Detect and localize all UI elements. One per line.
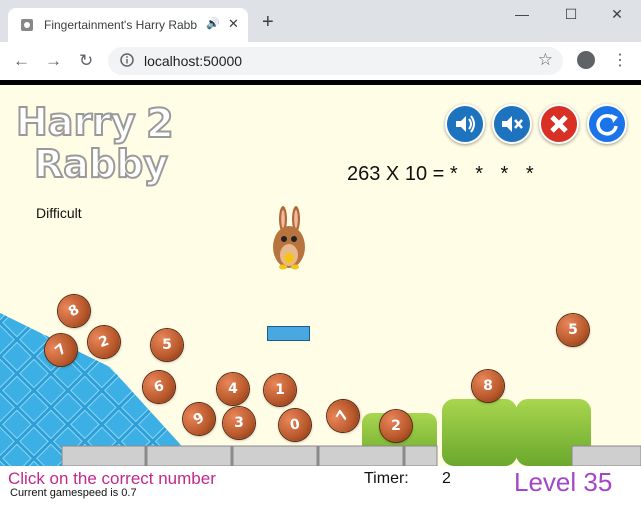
address-bar[interactable]: localhost:50000 ☆ bbox=[108, 47, 563, 75]
more-menu-icon[interactable]: ⋮ bbox=[612, 50, 628, 70]
number-ball[interactable]: 3 bbox=[223, 407, 255, 439]
grey-platform bbox=[571, 445, 641, 466]
svg-text:2: 2 bbox=[146, 101, 174, 147]
svg-text:Rabby: Rabby bbox=[34, 142, 168, 186]
close-window-button[interactable]: ✕ bbox=[603, 6, 631, 26]
browser-tab[interactable]: Fingertainment's Harry Rabb 🔊 ✕ bbox=[8, 8, 248, 42]
rabbit-character bbox=[273, 206, 305, 270]
status-bar: Click on the correct number Current game… bbox=[0, 466, 641, 518]
number-ball[interactable]: 8 bbox=[472, 370, 504, 402]
restart-icon bbox=[596, 114, 618, 136]
instruction-text: Click on the correct number bbox=[8, 469, 216, 488]
tab-title: Fingertainment's Harry Rabb bbox=[44, 18, 198, 32]
profile-avatar-icon[interactable] bbox=[577, 51, 595, 69]
math-question: 263 X 10 = * * * * bbox=[347, 163, 540, 186]
reload-icon[interactable]: ↻ bbox=[79, 51, 93, 71]
browser-toolbar: ← → ↻ localhost:50000 ☆ ⋮ bbox=[0, 42, 641, 81]
game-logo: Harry Rabby 2 bbox=[15, 99, 175, 187]
answer-placeholder: * * * * bbox=[449, 163, 540, 185]
number-ball[interactable]: 1 bbox=[264, 374, 296, 406]
sound-off-button[interactable] bbox=[492, 104, 532, 144]
forward-arrow-icon[interactable]: → bbox=[45, 51, 62, 71]
url-text: localhost:50000 bbox=[144, 53, 243, 69]
number-ball[interactable]: 5 bbox=[557, 314, 589, 346]
info-icon[interactable] bbox=[120, 53, 134, 67]
level-indicator: Level 35 bbox=[514, 467, 613, 497]
sound-on-button[interactable] bbox=[445, 104, 485, 144]
new-tab-button[interactable]: + bbox=[262, 12, 274, 32]
speaker-icon[interactable]: 🔊 bbox=[206, 17, 220, 30]
number-ball[interactable]: 4 bbox=[217, 373, 249, 405]
game-favicon-icon bbox=[21, 19, 33, 31]
back-arrow-icon[interactable]: ← bbox=[13, 51, 30, 71]
sound-off-icon bbox=[502, 116, 523, 132]
question-text: 263 X 10 = bbox=[347, 163, 445, 185]
number-ball[interactable]: 5 bbox=[151, 329, 183, 361]
paddle bbox=[267, 326, 310, 341]
browser-tab-strip: Fingertainment's Harry Rabb 🔊 ✕ + — ☐ ✕ bbox=[0, 0, 641, 42]
quit-icon bbox=[550, 115, 568, 133]
difficulty-label: Difficult bbox=[36, 205, 82, 221]
restart-button[interactable] bbox=[587, 104, 627, 144]
bookmark-star-icon[interactable]: ☆ bbox=[538, 50, 553, 70]
quit-button[interactable] bbox=[539, 104, 579, 144]
timer-label: Timer: bbox=[364, 470, 409, 487]
number-ball[interactable]: 2 bbox=[380, 410, 412, 442]
tab-close-icon[interactable]: ✕ bbox=[228, 16, 239, 32]
sound-on-icon bbox=[456, 115, 475, 133]
timer-value: 2 bbox=[442, 470, 451, 487]
maximize-button[interactable]: ☐ bbox=[557, 6, 585, 26]
svg-text:Harry: Harry bbox=[16, 100, 136, 144]
green-bush bbox=[442, 399, 517, 466]
grey-platform bbox=[61, 445, 438, 466]
gamespeed-text: Current gamespeed is 0.7 bbox=[10, 487, 137, 499]
game-canvas[interactable]: Harry Rabby 2 263 X 10 = * * * * Difficu… bbox=[0, 85, 641, 466]
minimize-button[interactable]: — bbox=[508, 6, 536, 26]
